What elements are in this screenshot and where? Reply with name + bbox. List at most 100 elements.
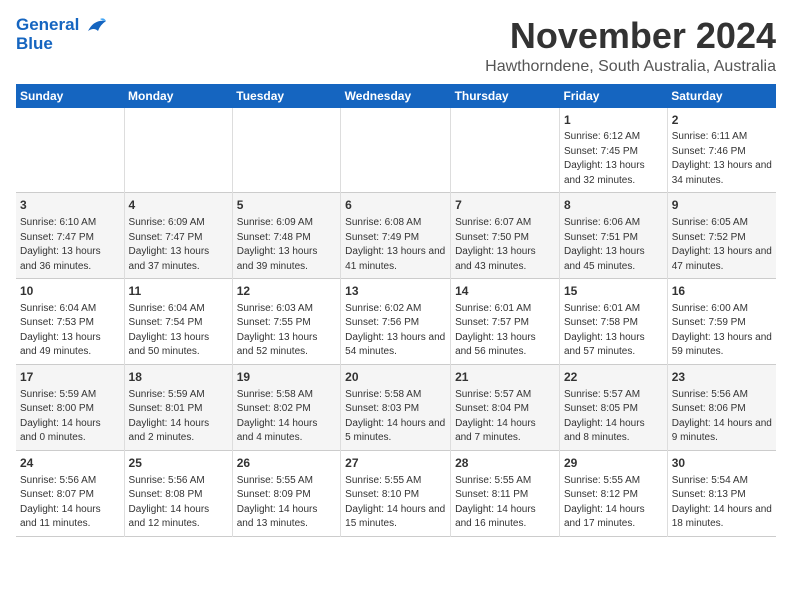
day-info: Sunrise: 6:05 AM Sunset: 7:52 PM Dayligh… <box>672 216 772 274</box>
calendar-cell: 25 Sunrise: 5:56 AM Sunset: 8:08 PM Dayli… <box>124 450 232 536</box>
calendar-cell: 12 Sunrise: 6:03 AM Sunset: 7:55 PM Dayli… <box>232 279 340 365</box>
calendar-cell: 10 Sunrise: 6:04 AM Sunset: 7:53 PM Dayli… <box>16 279 124 365</box>
calendar-week-row: 17Sunrise: 5:59 AM Sunset: 8:00 PM Dayli… <box>16 364 776 450</box>
day-info: Sunrise: 5:58 AM Sunset: 8:03 PM Dayligh… <box>345 388 446 446</box>
calendar-cell: 16 Sunrise: 6:00 AM Sunset: 7:59 PM Dayli… <box>667 279 776 365</box>
day-info: Sunrise: 6:04 AM Sunset: 7:54 PM Dayligh… <box>129 302 228 360</box>
calendar-cell <box>124 108 232 193</box>
calendar-cell: 5 Sunrise: 6:09 AM Sunset: 7:48 PM Daylig… <box>232 193 340 279</box>
calendar-cell: 11Sunrise: 6:04 AM Sunset: 7:54 PM Dayli… <box>124 279 232 365</box>
calendar-cell <box>232 108 340 193</box>
day-number: 5 <box>237 197 336 214</box>
logo-line2: Blue <box>16 35 108 54</box>
day-info: Sunrise: 5:54 AM Sunset: 8:13 PM Dayligh… <box>672 474 772 532</box>
day-number: 10 <box>20 283 120 300</box>
day-info: Sunrise: 6:09 AM Sunset: 7:47 PM Dayligh… <box>129 216 228 274</box>
weekday-header-wednesday: Wednesday <box>341 84 451 108</box>
calendar-table: SundayMondayTuesdayWednesdayThursdayFrid… <box>16 84 776 537</box>
day-number: 25 <box>129 455 228 472</box>
day-info: Sunrise: 5:57 AM Sunset: 8:05 PM Dayligh… <box>564 388 663 446</box>
day-number: 19 <box>237 369 336 386</box>
day-info: Sunrise: 6:01 AM Sunset: 7:57 PM Dayligh… <box>455 302 555 360</box>
day-info: Sunrise: 6:11 AM Sunset: 7:46 PM Dayligh… <box>672 130 772 188</box>
calendar-week-row: 1Sunrise: 6:12 AM Sunset: 7:45 PM Daylig… <box>16 108 776 193</box>
day-number: 16 <box>672 283 772 300</box>
calendar-cell: 1Sunrise: 6:12 AM Sunset: 7:45 PM Daylig… <box>559 108 667 193</box>
day-number: 7 <box>455 197 555 214</box>
day-number: 12 <box>237 283 336 300</box>
weekday-header-tuesday: Tuesday <box>232 84 340 108</box>
logo-bird-icon <box>86 17 108 35</box>
day-number: 28 <box>455 455 555 472</box>
day-number: 22 <box>564 369 663 386</box>
calendar-cell: 24 Sunrise: 5:56 AM Sunset: 8:07 PM Dayli… <box>16 450 124 536</box>
calendar-cell: 6 Sunrise: 6:08 AM Sunset: 7:49 PM Daylig… <box>341 193 451 279</box>
calendar-week-row: 24 Sunrise: 5:56 AM Sunset: 8:07 PM Dayli… <box>16 450 776 536</box>
weekday-header-monday: Monday <box>124 84 232 108</box>
day-info: Sunrise: 5:58 AM Sunset: 8:02 PM Dayligh… <box>237 388 336 446</box>
weekday-header-saturday: Saturday <box>667 84 776 108</box>
day-info: Sunrise: 6:08 AM Sunset: 7:49 PM Dayligh… <box>345 216 446 274</box>
day-info: Sunrise: 6:01 AM Sunset: 7:58 PM Dayligh… <box>564 302 663 360</box>
day-info: Sunrise: 6:00 AM Sunset: 7:59 PM Dayligh… <box>672 302 772 360</box>
day-number: 8 <box>564 197 663 214</box>
calendar-cell: 7Sunrise: 6:07 AM Sunset: 7:50 PM Daylig… <box>451 193 560 279</box>
day-info: Sunrise: 6:02 AM Sunset: 7:56 PM Dayligh… <box>345 302 446 360</box>
day-number: 9 <box>672 197 772 214</box>
calendar-cell: 29Sunrise: 5:55 AM Sunset: 8:12 PM Dayli… <box>559 450 667 536</box>
day-number: 21 <box>455 369 555 386</box>
calendar-cell <box>341 108 451 193</box>
calendar-cell: 28Sunrise: 5:55 AM Sunset: 8:11 PM Dayli… <box>451 450 560 536</box>
day-info: Sunrise: 6:12 AM Sunset: 7:45 PM Dayligh… <box>564 130 663 188</box>
day-number: 4 <box>129 197 228 214</box>
day-number: 18 <box>129 369 228 386</box>
calendar-cell: 17Sunrise: 5:59 AM Sunset: 8:00 PM Dayli… <box>16 364 124 450</box>
day-info: Sunrise: 5:59 AM Sunset: 8:01 PM Dayligh… <box>129 388 228 446</box>
logo: General Blue <box>16 16 108 53</box>
day-info: Sunrise: 6:10 AM Sunset: 7:47 PM Dayligh… <box>20 216 120 274</box>
calendar-week-row: 3 Sunrise: 6:10 AM Sunset: 7:47 PM Daylig… <box>16 193 776 279</box>
day-info: Sunrise: 6:09 AM Sunset: 7:48 PM Dayligh… <box>237 216 336 274</box>
page-header: General Blue November 2024 Hawthorndene,… <box>16 16 776 76</box>
day-info: Sunrise: 5:55 AM Sunset: 8:10 PM Dayligh… <box>345 474 446 532</box>
weekday-header-row: SundayMondayTuesdayWednesdayThursdayFrid… <box>16 84 776 108</box>
day-info: Sunrise: 5:55 AM Sunset: 8:12 PM Dayligh… <box>564 474 663 532</box>
location-subtitle: Hawthorndene, South Australia, Australia <box>485 58 776 76</box>
logo-line1: General <box>16 15 79 34</box>
day-number: 26 <box>237 455 336 472</box>
day-number: 20 <box>345 369 446 386</box>
day-number: 3 <box>20 197 120 214</box>
day-number: 1 <box>564 112 663 129</box>
day-info: Sunrise: 6:04 AM Sunset: 7:53 PM Dayligh… <box>20 302 120 360</box>
calendar-cell: 27Sunrise: 5:55 AM Sunset: 8:10 PM Dayli… <box>341 450 451 536</box>
calendar-cell: 26Sunrise: 5:55 AM Sunset: 8:09 PM Dayli… <box>232 450 340 536</box>
day-info: Sunrise: 5:56 AM Sunset: 8:08 PM Dayligh… <box>129 474 228 532</box>
weekday-header-thursday: Thursday <box>451 84 560 108</box>
calendar-cell: 13Sunrise: 6:02 AM Sunset: 7:56 PM Dayli… <box>341 279 451 365</box>
day-info: Sunrise: 5:59 AM Sunset: 8:00 PM Dayligh… <box>20 388 120 446</box>
calendar-cell: 21 Sunrise: 5:57 AM Sunset: 8:04 PM Dayli… <box>451 364 560 450</box>
day-number: 6 <box>345 197 446 214</box>
calendar-cell: 19 Sunrise: 5:58 AM Sunset: 8:02 PM Dayli… <box>232 364 340 450</box>
day-info: Sunrise: 6:06 AM Sunset: 7:51 PM Dayligh… <box>564 216 663 274</box>
day-number: 23 <box>672 369 772 386</box>
day-info: Sunrise: 6:03 AM Sunset: 7:55 PM Dayligh… <box>237 302 336 360</box>
day-info: Sunrise: 5:57 AM Sunset: 8:04 PM Dayligh… <box>455 388 555 446</box>
calendar-cell: 2Sunrise: 6:11 AM Sunset: 7:46 PM Daylig… <box>667 108 776 193</box>
calendar-cell: 20 Sunrise: 5:58 AM Sunset: 8:03 PM Dayli… <box>341 364 451 450</box>
calendar-cell: 14Sunrise: 6:01 AM Sunset: 7:57 PM Dayli… <box>451 279 560 365</box>
calendar-cell: 22 Sunrise: 5:57 AM Sunset: 8:05 PM Dayli… <box>559 364 667 450</box>
day-number: 30 <box>672 455 772 472</box>
day-info: Sunrise: 5:56 AM Sunset: 8:07 PM Dayligh… <box>20 474 120 532</box>
calendar-cell: 23Sunrise: 5:56 AM Sunset: 8:06 PM Dayli… <box>667 364 776 450</box>
day-number: 15 <box>564 283 663 300</box>
calendar-cell <box>16 108 124 193</box>
calendar-cell: 15 Sunrise: 6:01 AM Sunset: 7:58 PM Dayli… <box>559 279 667 365</box>
calendar-cell: 9 Sunrise: 6:05 AM Sunset: 7:52 PM Daylig… <box>667 193 776 279</box>
day-number: 2 <box>672 112 772 129</box>
calendar-cell: 4 Sunrise: 6:09 AM Sunset: 7:47 PM Daylig… <box>124 193 232 279</box>
calendar-week-row: 10 Sunrise: 6:04 AM Sunset: 7:53 PM Dayli… <box>16 279 776 365</box>
month-title: November 2024 <box>485 16 776 56</box>
title-section: November 2024 Hawthorndene, South Austra… <box>485 16 776 76</box>
day-number: 24 <box>20 455 120 472</box>
